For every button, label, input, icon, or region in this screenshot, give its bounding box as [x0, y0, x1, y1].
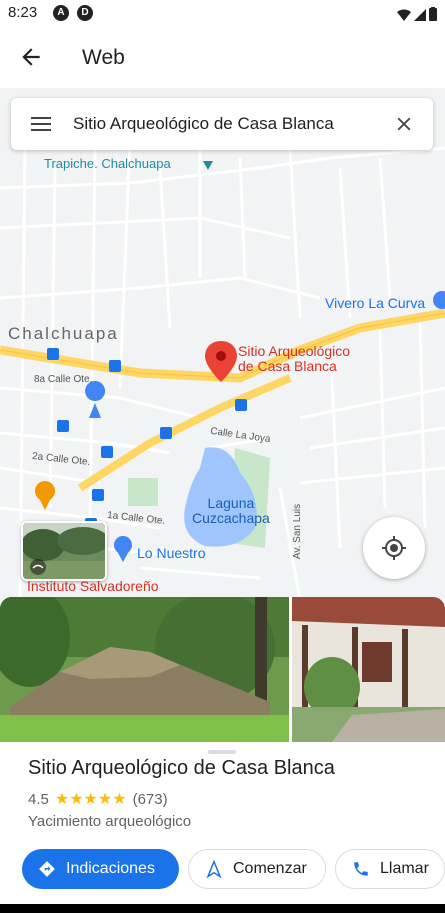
- place-photo-pyramid[interactable]: [0, 597, 289, 742]
- map-label-chalchuapa: Chalchuapa: [8, 324, 119, 343]
- start-button[interactable]: Comenzar: [188, 849, 326, 889]
- map-label-laguna: Laguna Cuzcachapa: [192, 495, 270, 526]
- my-location-button[interactable]: [363, 517, 425, 579]
- system-nav-bar: [0, 904, 445, 913]
- my-location-icon: [382, 536, 406, 560]
- phone-icon: [354, 862, 368, 876]
- map-label-vivero: Vivero La Curva: [325, 295, 426, 311]
- status-indicators: [397, 5, 437, 21]
- street-view-thumbnail[interactable]: [21, 521, 107, 581]
- back-arrow-icon[interactable]: [18, 44, 44, 70]
- sheet-drag-handle[interactable]: [208, 750, 236, 754]
- wifi-icon: [397, 9, 411, 21]
- map-label-lo-nuestro: Lo Nuestro: [137, 545, 206, 561]
- directions-icon: [39, 861, 55, 877]
- place-bottom-sheet: Sitio Arqueológico de Casa Blanca 4.5 ★★…: [0, 597, 445, 913]
- call-button[interactable]: Llamar: [335, 849, 445, 889]
- battery-icon: [429, 7, 437, 21]
- signal-icon: [414, 9, 426, 21]
- notification-settings-icon: D: [77, 5, 93, 21]
- rating-value: 4.5: [28, 790, 49, 808]
- screen: 8:23 A D Web Trapiche. Chalchuapa Vivero…: [0, 0, 445, 913]
- search-bar[interactable]: Sitio Arqueológico de Casa Blanca: [11, 98, 433, 150]
- map-label-trapiche: Trapiche. Chalchuapa: [44, 156, 171, 171]
- notification-app-icon: A: [53, 5, 69, 21]
- place-title: Sitio Arqueológico de Casa Blanca: [28, 757, 335, 779]
- menu-icon[interactable]: [30, 115, 52, 133]
- rating-row[interactable]: 4.5 ★★★★★ (673): [28, 789, 168, 809]
- call-label: Llamar: [380, 860, 429, 877]
- rating-stars-icon: ★★★★★: [54, 791, 127, 808]
- place-pin-label[interactable]: Sitio Arqueológico de Casa Blanca: [238, 344, 350, 374]
- street-view-icon: [30, 559, 46, 575]
- directions-label: Indicaciones: [66, 860, 155, 877]
- close-icon[interactable]: [393, 113, 415, 135]
- map-label-calle8a: 8a Calle Ote.: [34, 374, 93, 385]
- status-bar: 8:23 A D: [0, 0, 445, 26]
- status-time: 8:23: [8, 4, 38, 21]
- start-label: Comenzar: [233, 860, 307, 877]
- navigation-arrow-icon: [206, 860, 222, 878]
- directions-button[interactable]: Indicaciones: [22, 849, 179, 889]
- park-area: [128, 478, 158, 506]
- search-query[interactable]: Sitio Arqueológico de Casa Blanca: [73, 114, 334, 134]
- place-type: Yacimiento arqueológico: [28, 813, 192, 830]
- app-bar-title: Web: [82, 46, 125, 69]
- map-label-av-san-luis: Av. San Luis: [292, 503, 304, 560]
- review-count: (673): [132, 790, 168, 808]
- place-photo-building[interactable]: [292, 597, 445, 742]
- app-bar: Web: [0, 26, 445, 88]
